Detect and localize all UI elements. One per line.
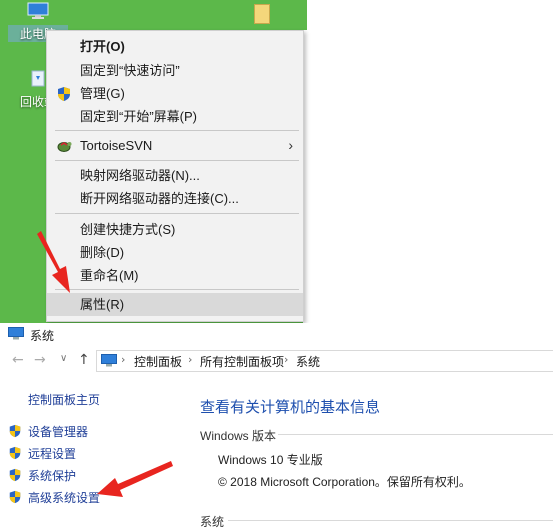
menu-item-label: 断开网络驱动器的连接(C)... xyxy=(80,191,239,206)
desktop-edge xyxy=(303,0,307,30)
shield-icon xyxy=(58,87,70,101)
address-bar-row: ← → ∨ ↑ › 控制面板 › 所有控制面板项 › 系统 xyxy=(0,345,553,375)
context-menu: 打开(O) 固定到“快速访问” 管理(G) 固定到“开始”屏幕(P) Torto… xyxy=(46,30,304,322)
menu-item-label: 映射网络驱动器(N)... xyxy=(80,168,200,183)
main-content: 查看有关计算机的基本信息 Windows 版本 Windows 10 专业版 ©… xyxy=(190,375,553,531)
menu-item-manage[interactable]: 管理(G) xyxy=(47,82,303,105)
recycle-bin-icon xyxy=(31,70,45,87)
link-label: 远程设置 xyxy=(28,447,77,461)
menu-item-label: TortoiseSVN xyxy=(80,138,153,153)
page-heading: 查看有关计算机的基本信息 xyxy=(200,398,381,416)
control-panel-home-link[interactable]: 控制面板主页 xyxy=(28,391,100,408)
menu-item-label: 打开(O) xyxy=(80,39,125,54)
tortoise-icon xyxy=(57,142,72,152)
folder-icon[interactable] xyxy=(254,4,270,24)
windows-edition-value: Windows 10 专业版 xyxy=(218,453,323,467)
breadcrumb-separator: › xyxy=(121,353,126,366)
shield-icon xyxy=(9,424,21,438)
windows-edition-section-label: Windows 版本 xyxy=(200,429,277,443)
computer-icon xyxy=(27,2,49,19)
link-label: 设备管理器 xyxy=(28,425,89,439)
chevron-down-icon[interactable]: ∨ xyxy=(60,353,67,364)
shield-icon xyxy=(9,468,21,482)
menu-item-label: 管理(G) xyxy=(80,86,125,101)
menu-item-pin-start[interactable]: 固定到“开始”屏幕(P) xyxy=(47,105,303,128)
link-label: 高级系统设置 xyxy=(28,491,101,505)
menu-item-label: 固定到“开始”屏幕(P) xyxy=(80,109,197,124)
system-window-titlebar: 系统 xyxy=(0,323,553,345)
menu-item-disconnect-network-drive[interactable]: 断开网络驱动器的连接(C)... xyxy=(47,187,303,210)
menu-separator xyxy=(55,130,299,131)
breadcrumb-control-panel[interactable]: 控制面板 xyxy=(134,353,182,370)
shield-icon xyxy=(9,490,21,504)
link-label: 系统保护 xyxy=(28,469,77,483)
submenu-arrow-icon: › xyxy=(288,137,293,153)
menu-item-create-shortcut[interactable]: 创建快捷方式(S) xyxy=(47,218,303,241)
menu-item-label: 删除(D) xyxy=(80,245,125,260)
menu-item-pin-quick-access[interactable]: 固定到“快速访问” xyxy=(47,59,303,82)
breadcrumb-separator: › xyxy=(284,353,289,366)
address-bar[interactable]: › 控制面板 › 所有控制面板项 › 系统 xyxy=(96,350,553,372)
menu-item-label: 属性(R) xyxy=(80,297,125,312)
menu-item-open[interactable]: 打开(O) xyxy=(47,35,303,58)
window-title: 系统 xyxy=(30,329,55,343)
left-nav-panel: 控制面板主页 设备管理器 远程设置 系统保护 高级系统设置 xyxy=(0,375,190,531)
breadcrumb-system[interactable]: 系统 xyxy=(296,353,320,370)
menu-item-tortoisesvn[interactable]: TortoiseSVN › xyxy=(47,134,303,157)
computer-icon xyxy=(101,354,117,367)
back-arrow-icon[interactable]: ← xyxy=(12,352,24,368)
menu-separator xyxy=(55,289,299,290)
computer-icon xyxy=(8,327,24,340)
breadcrumb-separator: › xyxy=(188,353,193,366)
forward-arrow-icon[interactable]: → xyxy=(34,352,46,368)
menu-separator xyxy=(55,213,299,214)
section-divider xyxy=(228,520,553,521)
menu-item-properties[interactable]: 属性(R) xyxy=(47,293,303,316)
up-arrow-icon[interactable]: ↑ xyxy=(78,352,90,368)
copyright-text: © 2018 Microsoft Corporation。保留所有权利。 xyxy=(218,475,471,489)
menu-item-rename[interactable]: 重命名(M) xyxy=(47,264,303,287)
shield-icon xyxy=(9,446,21,460)
menu-separator xyxy=(55,160,299,161)
background-area xyxy=(303,0,553,323)
menu-item-label: 创建快捷方式(S) xyxy=(80,222,176,237)
menu-item-delete[interactable]: 删除(D) xyxy=(47,241,303,264)
menu-item-map-network-drive[interactable]: 映射网络驱动器(N)... xyxy=(47,164,303,187)
menu-item-label: 固定到“快速访问” xyxy=(80,63,180,78)
breadcrumb-all-items[interactable]: 所有控制面板项 xyxy=(200,353,284,370)
section-divider xyxy=(278,434,553,435)
system-section-label: 系统 xyxy=(200,515,225,529)
menu-item-label: 重命名(M) xyxy=(80,268,139,283)
